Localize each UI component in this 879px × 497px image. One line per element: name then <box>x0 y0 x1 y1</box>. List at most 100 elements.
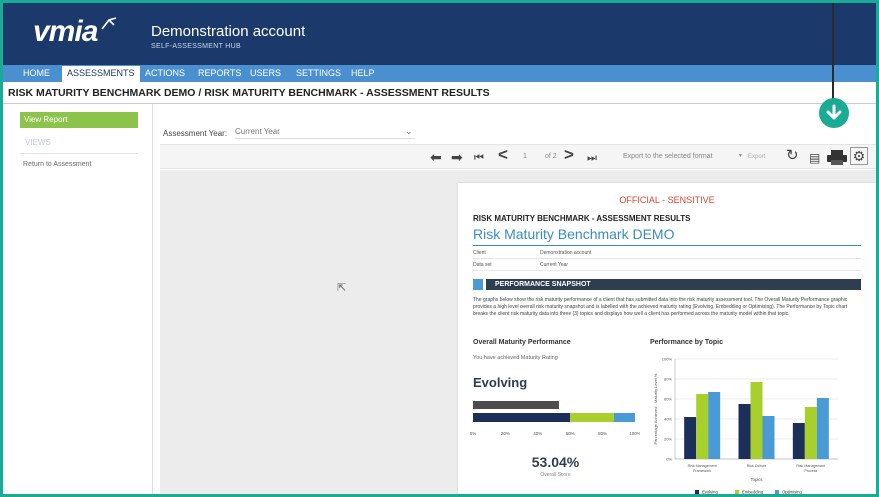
topic-y-tick-label: 0% <box>666 457 672 462</box>
nav-reports[interactable]: REPORTS <box>198 68 241 78</box>
logo-mark-icon <box>101 17 117 30</box>
legend-label-evolving: Evolving <box>702 490 718 495</box>
topic-bar-optimising <box>816 398 829 459</box>
legend-label-optimising: Optimising <box>782 490 802 495</box>
view-report-button[interactable]: View Report <box>20 112 138 128</box>
dataset-value: Current Year <box>540 262 569 268</box>
app-frame: vmia Demonstration account SELF-ASSESSME… <box>0 0 879 497</box>
topic-category-label: Framework <box>693 469 711 473</box>
chevron-down-icon[interactable]: ⌄ <box>405 126 413 137</box>
overall-maturity-title: Overall Maturity Performance <box>473 339 571 346</box>
section-heading: PERFORMANCE SNAPSHOT <box>486 279 861 290</box>
legend-swatch-embedding <box>735 490 739 494</box>
maturity-segment-optimising <box>613 413 635 422</box>
classification-label: OFFICIAL - SENSITIVE <box>619 195 715 205</box>
nav-actions[interactable]: ACTIONS <box>145 68 185 78</box>
overall-tick-label: 60% <box>566 431 575 436</box>
field-divider <box>473 270 861 271</box>
app-header: vmia Demonstration account SELF-ASSESSME… <box>3 3 876 65</box>
topic-bar-embedding <box>804 407 817 459</box>
export-button[interactable]: Export <box>748 154 765 160</box>
legend-swatch-optimising <box>775 490 779 494</box>
achieved-rating-text: You have achieved Maturity Rating <box>473 355 558 361</box>
nav-help[interactable]: HELP <box>351 68 375 78</box>
client-label: Client <box>473 250 486 256</box>
overall-score-label: Overall Score <box>540 472 571 478</box>
topic-y-tick-label: 20% <box>664 437 672 442</box>
settings-icon[interactable]: ⚙ <box>850 147 868 165</box>
main-nav: HOME ASSESSMENTS ACTIONS REPORTS USERS S… <box>3 65 876 82</box>
report-page: OFFICIAL - SENSITIVE RISK MATURITY BENCH… <box>458 183 876 495</box>
overall-maturity-chart: 0% 20% 40% 60% 80% 100% <box>470 401 640 436</box>
download-icon[interactable] <box>819 98 849 128</box>
report-title-divider <box>473 245 861 246</box>
topic-bar-evolving <box>684 417 697 459</box>
refresh-icon[interactable]: ↻ <box>786 148 799 163</box>
first-page-icon[interactable]: ⏮ <box>474 151 484 165</box>
legend-label-embedding: Embedding <box>742 490 764 495</box>
topic-category-label: Risk Culture <box>747 464 767 468</box>
performance-by-topic-title: Performance by Topic <box>650 339 724 346</box>
overall-tick-label: 0% <box>470 431 476 436</box>
topic-bar-evolving <box>792 423 805 459</box>
hub-label: SELF-ASSESSMENT HUB <box>151 43 241 50</box>
overall-score: 53.04% <box>531 454 580 470</box>
nav-home[interactable]: HOME <box>23 68 50 78</box>
overall-tick-label: 20% <box>501 431 510 436</box>
arrow-right-icon[interactable]: ➡ <box>451 150 463 164</box>
overall-tick-label: 40% <box>533 431 542 436</box>
maturity-segment-evolving <box>473 413 571 422</box>
topic-bar-optimising <box>708 392 721 459</box>
page-number-input[interactable]: 1 <box>523 153 527 160</box>
report-toolbar: ⬅ ➡ ⏮ < 1 of 2 > ⏭ Export to the selecte… <box>160 144 876 169</box>
topic-bar-evolving <box>738 404 751 459</box>
nav-settings[interactable]: SETTINGS <box>296 68 341 78</box>
topic-category-label: Risk Management <box>688 464 717 468</box>
report-name: Risk Maturity Benchmark DEMO <box>473 226 675 242</box>
overall-tick-label: 80% <box>598 431 607 436</box>
topic-bar-optimising <box>762 416 775 459</box>
client-value: Demonstration account <box>540 250 592 256</box>
maturity-rating: Evolving <box>473 375 528 390</box>
section-marker <box>473 279 483 290</box>
export-format-chevron-icon[interactable]: ▼ <box>738 153 743 159</box>
topic-y-tick-label: 80% <box>664 377 672 382</box>
topic-bar-embedding <box>750 382 763 459</box>
last-page-icon[interactable]: ⏭ <box>587 151 597 165</box>
views-heading: VIEWS <box>25 138 51 147</box>
print-icon[interactable] <box>827 150 847 165</box>
vmia-logo[interactable]: vmia <box>33 15 98 49</box>
dataset-label: Data set <box>473 262 492 268</box>
nav-users[interactable]: USERS <box>250 68 281 78</box>
account-name: Demonstration account <box>151 23 306 40</box>
next-page-icon[interactable]: > <box>564 146 574 163</box>
maturity-segment-embedding <box>570 413 614 422</box>
topic-y-tick-label: 100% <box>662 357 673 362</box>
field-divider <box>473 258 861 259</box>
sidebar-divider <box>20 153 138 154</box>
assessment-year-label: Assessment Year: <box>163 129 228 138</box>
overall-tick-label: 100% <box>629 431 640 436</box>
performance-by-topic-chart: 0% 20% 40% 60% 80% 100% Percentage Achieved - … <box>653 357 838 495</box>
nav-assessments[interactable]: ASSESSMENTS <box>62 66 140 82</box>
topic-category-label: Process <box>804 469 817 473</box>
topic-y-tick-label: 60% <box>664 397 672 402</box>
breadcrumb: RISK MATURITY BENCHMARK DEMO / RISK MATU… <box>8 87 490 99</box>
return-to-assessment-link[interactable]: Return to Assessment <box>23 161 91 168</box>
topic-y-axis-label: Percentage Achieved - Maturity Level % <box>653 373 658 444</box>
report-title: RISK MATURITY BENCHMARK - ASSESSMENT RES… <box>473 214 691 223</box>
arrow-left-icon[interactable]: ⬅ <box>430 150 442 164</box>
topic-y-tick-label: 40% <box>664 417 672 422</box>
legend-swatch-evolving <box>695 490 699 494</box>
document-map-icon[interactable]: ▤ <box>809 151 820 165</box>
page-count: of 2 <box>545 153 557 160</box>
topic-x-axis-label: Topics <box>751 477 763 482</box>
mouse-cursor-icon: ⇱ <box>337 282 347 294</box>
assessment-year-select[interactable]: Current Year <box>235 127 415 139</box>
overall-score-bar <box>473 401 559 409</box>
topic-bar-embedding <box>696 394 709 459</box>
section-description: The graphs below show the risk maturity … <box>473 297 848 317</box>
export-format-select[interactable]: Export to the selected format <box>623 153 713 160</box>
previous-page-icon[interactable]: < <box>498 146 508 163</box>
pointer-line <box>832 3 834 103</box>
